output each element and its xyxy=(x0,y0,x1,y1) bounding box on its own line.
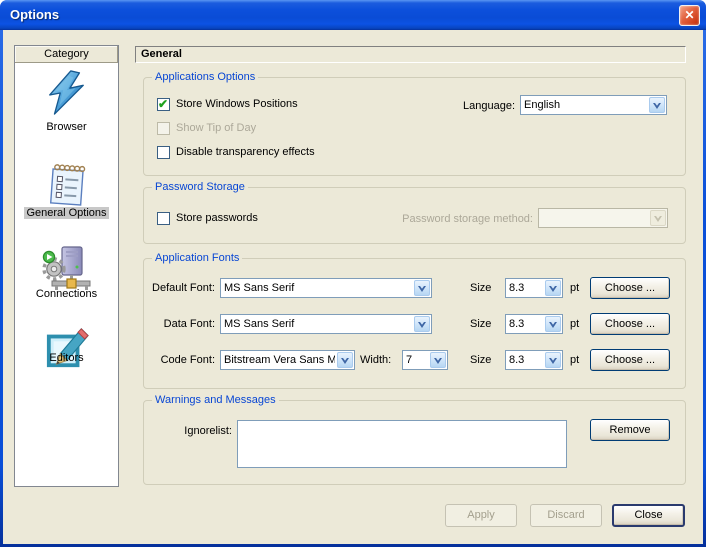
choose-button-label: Choose ... xyxy=(605,354,655,366)
pt-unit-label: pt xyxy=(570,317,579,331)
titlebar[interactable]: Options xyxy=(0,0,706,30)
data-font-select[interactable]: MS Sans Serif xyxy=(220,314,432,334)
code-font-choose-button[interactable]: Choose ... xyxy=(590,349,670,371)
pt-unit-label: pt xyxy=(570,281,579,295)
code-font-size-value: 8.3 xyxy=(509,353,543,367)
store-windows-positions-checkbox[interactable]: ✔ xyxy=(157,98,170,111)
chevron-down-icon xyxy=(653,103,661,109)
dropdown-button[interactable] xyxy=(545,316,561,332)
code-font-width-value: 7 xyxy=(406,353,428,367)
close-button[interactable]: ✕ xyxy=(679,5,700,26)
category-header-label: Category xyxy=(44,48,89,60)
data-font-label: Data Font: xyxy=(140,317,215,331)
apply-button[interactable]: Apply xyxy=(445,504,517,527)
code-font-size-select[interactable]: 8.3 xyxy=(505,350,563,370)
network-computer-icon xyxy=(40,245,92,291)
data-font-value: MS Sans Serif xyxy=(224,317,412,331)
sidebar-item-label: General Options xyxy=(24,207,108,219)
show-tip-of-day-checkbox[interactable] xyxy=(157,122,170,135)
category-header[interactable]: Category xyxy=(15,46,118,63)
close-icon: ✕ xyxy=(684,8,694,22)
chevron-down-icon xyxy=(549,358,557,364)
sidebar-item-label: Connections xyxy=(34,288,99,300)
discard-button[interactable]: Discard xyxy=(530,504,602,527)
window-title: Options xyxy=(10,7,59,22)
disable-transparency-label: Disable transparency effects xyxy=(176,145,315,159)
sidebar-item-label: Browser xyxy=(44,121,88,133)
chevron-down-icon xyxy=(341,358,349,364)
sidebar-item-editors[interactable]: Editors xyxy=(14,351,119,365)
group-title: Applications Options xyxy=(152,70,258,85)
dropdown-button[interactable] xyxy=(414,280,430,296)
close-action-button[interactable]: Close xyxy=(612,504,685,527)
dropdown-button[interactable] xyxy=(545,280,561,296)
code-font-width-select[interactable]: 7 xyxy=(402,350,448,370)
sidebar-item-general-options[interactable]: General Options xyxy=(14,206,119,220)
width-label: Width: xyxy=(360,353,398,367)
data-font-choose-button[interactable]: Choose ... xyxy=(590,313,670,335)
dropdown-button[interactable] xyxy=(337,352,353,368)
sidebar-item-label: Editors xyxy=(47,352,85,364)
dropdown-button[interactable] xyxy=(414,316,430,332)
dropdown-button[interactable] xyxy=(545,352,561,368)
chevron-down-icon xyxy=(418,322,426,328)
default-font-size-select[interactable]: 8.3 xyxy=(505,278,563,298)
remove-button[interactable]: Remove xyxy=(590,419,670,441)
dropdown-button[interactable] xyxy=(649,97,665,113)
chevron-down-icon xyxy=(549,322,557,328)
choose-button-label: Choose ... xyxy=(605,282,655,294)
default-font-value: MS Sans Serif xyxy=(224,281,412,295)
choose-button-label: Choose ... xyxy=(605,318,655,330)
show-tip-of-day-label: Show Tip of Day xyxy=(176,121,256,135)
disable-transparency-checkbox[interactable] xyxy=(157,146,170,159)
pt-unit-label: pt xyxy=(570,353,579,367)
check-icon: ✔ xyxy=(158,97,168,111)
language-value: English xyxy=(524,98,647,112)
discard-button-label: Discard xyxy=(547,509,584,521)
code-font-value: Bitstream Vera Sans Mo xyxy=(224,353,335,367)
data-font-size-select[interactable]: 8.3 xyxy=(505,314,563,334)
code-font-label: Code Font: xyxy=(140,353,215,367)
apply-button-label: Apply xyxy=(467,509,495,521)
lightning-bolt-icon xyxy=(43,70,89,116)
dropdown-button xyxy=(650,210,666,226)
options-notepad-icon xyxy=(45,162,89,208)
default-font-size-value: 8.3 xyxy=(509,281,543,295)
data-font-size-value: 8.3 xyxy=(509,317,543,331)
language-select[interactable]: English xyxy=(520,95,667,115)
group-title: Warnings and Messages xyxy=(152,393,279,408)
size-label: Size xyxy=(470,353,491,367)
size-label: Size xyxy=(470,317,491,331)
remove-button-label: Remove xyxy=(610,424,651,436)
close-button-label: Close xyxy=(634,509,662,521)
group-title: Password Storage xyxy=(152,180,248,195)
options-dialog: Options ✕ Category Browser xyxy=(0,0,706,547)
chevron-down-icon xyxy=(434,358,442,364)
code-font-select[interactable]: Bitstream Vera Sans Mo xyxy=(220,350,355,370)
page-title: General xyxy=(135,46,686,63)
ignorelist-label: Ignorelist: xyxy=(150,424,232,438)
default-font-select[interactable]: MS Sans Serif xyxy=(220,278,432,298)
group-title: Application Fonts xyxy=(152,251,242,266)
store-passwords-checkbox[interactable] xyxy=(157,212,170,225)
chevron-down-icon xyxy=(549,286,557,292)
language-label: Language: xyxy=(463,99,515,113)
sidebar-item-browser[interactable]: Browser xyxy=(14,120,119,134)
chevron-down-icon xyxy=(654,216,662,222)
password-storage-method-label: Password storage method: xyxy=(350,212,533,226)
password-storage-method-select[interactable] xyxy=(538,208,668,228)
default-font-choose-button[interactable]: Choose ... xyxy=(590,277,670,299)
chevron-down-icon xyxy=(418,286,426,292)
store-windows-positions-label: Store Windows Positions xyxy=(176,97,298,111)
default-font-label: Default Font: xyxy=(140,281,215,295)
dropdown-button[interactable] xyxy=(430,352,446,368)
ignorelist-listbox[interactable] xyxy=(237,420,567,468)
sidebar-item-connections[interactable]: Connections xyxy=(14,287,119,301)
size-label: Size xyxy=(470,281,491,295)
store-passwords-label: Store passwords xyxy=(176,211,258,225)
